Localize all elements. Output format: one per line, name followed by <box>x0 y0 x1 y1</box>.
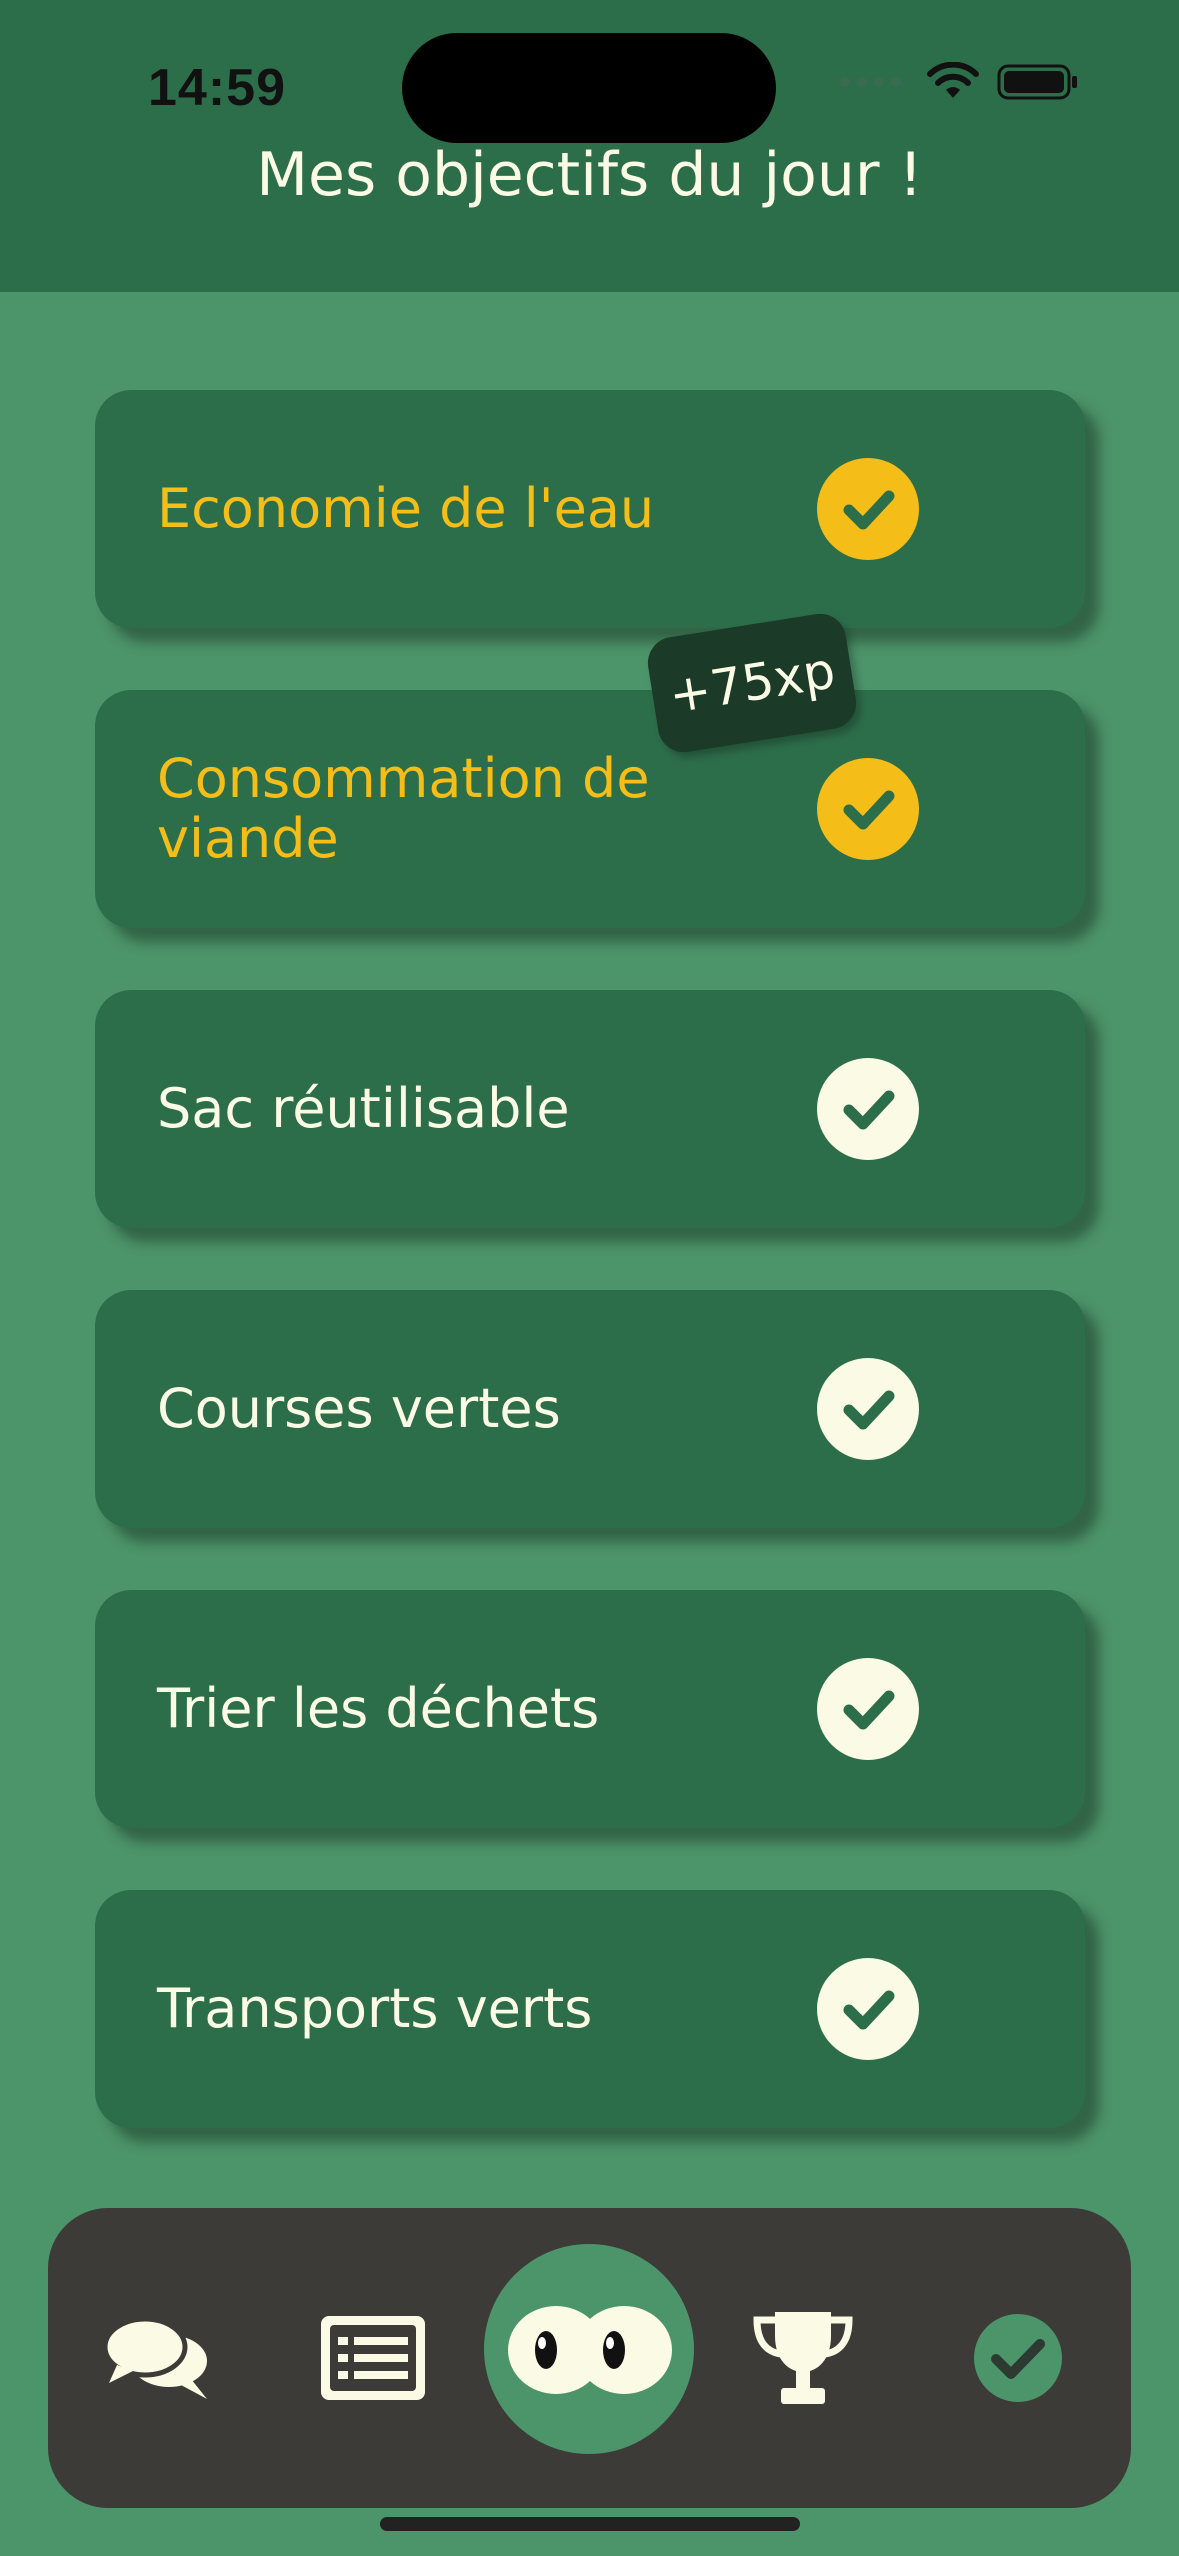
tab-mascot[interactable] <box>484 2244 694 2454</box>
tab-goals[interactable] <box>968 2308 1068 2408</box>
check-icon[interactable] <box>817 1358 919 1460</box>
goal-label: Courses vertes <box>157 1377 561 1440</box>
goal-card-sort-waste[interactable]: Trier les déchets <box>95 1590 1085 1828</box>
check-icon[interactable] <box>817 458 919 560</box>
goal-card-green-transport[interactable]: Transports verts <box>95 1890 1085 2128</box>
battery-icon <box>997 64 1077 100</box>
goal-card-meat-consumption[interactable]: Consommation de viande <box>95 690 1085 928</box>
home-indicator <box>380 2517 800 2531</box>
cellular-signal-icon <box>840 77 901 87</box>
check-icon[interactable] <box>817 1658 919 1760</box>
check-icon[interactable] <box>817 1958 919 2060</box>
tab-list[interactable] <box>313 2303 433 2413</box>
tab-chat[interactable] <box>98 2308 218 2408</box>
header: 14:59 Mes objectifs du jour ! <box>0 0 1179 292</box>
tab-trophy[interactable] <box>748 2303 858 2413</box>
goal-card-reusable-bag[interactable]: Sac réutilisable <box>95 990 1085 1228</box>
eyes-mascot-icon <box>508 2306 672 2394</box>
trophy-icon <box>753 2312 853 2404</box>
goal-label: Economie de l'eau <box>157 477 655 540</box>
goal-card-water-saving[interactable]: Economie de l'eau <box>95 390 1085 628</box>
dynamic-island <box>402 33 776 143</box>
check-circle-icon <box>974 2314 1062 2402</box>
status-time: 14:59 <box>148 59 286 117</box>
wifi-icon <box>927 62 979 98</box>
page-title: Mes objectifs du jour ! <box>256 140 923 210</box>
goal-label: Transports verts <box>157 1977 593 2040</box>
goal-label: Consommation de viande <box>157 747 650 870</box>
tab-bar <box>48 2208 1131 2508</box>
goal-label: Sac réutilisable <box>157 1077 570 1140</box>
goal-card-green-shopping[interactable]: Courses vertes <box>95 1290 1085 1528</box>
check-icon[interactable] <box>817 758 919 860</box>
status-icons <box>840 62 1079 102</box>
goal-label: Trier les déchets <box>157 1677 600 1740</box>
chat-bubbles-icon <box>103 2316 207 2399</box>
check-icon[interactable] <box>817 1058 919 1160</box>
list-icon <box>321 2316 425 2400</box>
